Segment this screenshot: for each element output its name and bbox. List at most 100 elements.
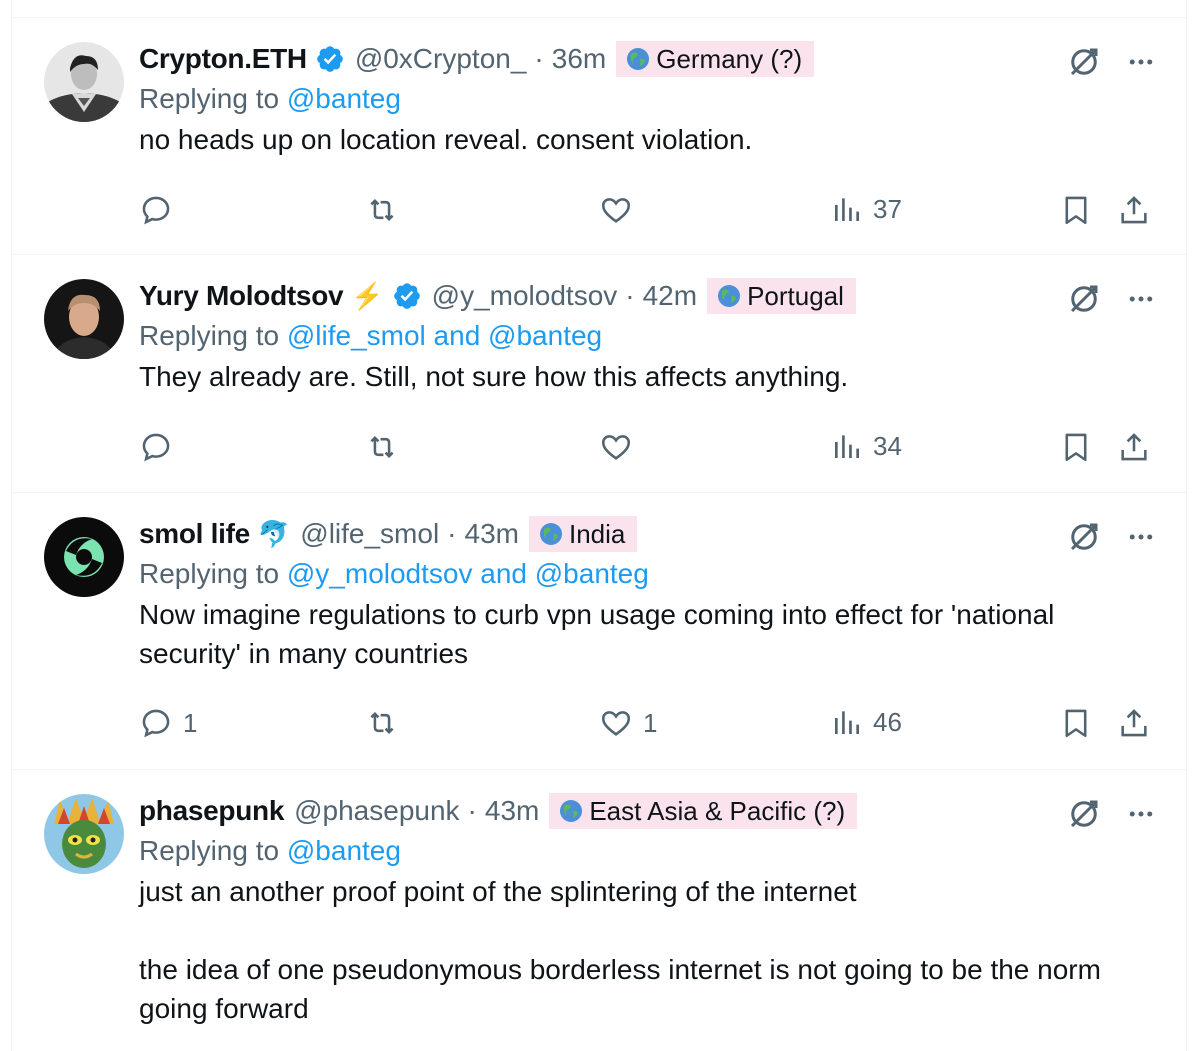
mention-link[interactable]: @banteg: [287, 83, 401, 114]
like-button[interactable]: 1: [599, 706, 657, 740]
location-text: East Asia & Pacific (?): [589, 795, 846, 826]
tweet-content: Crypton.ETH @0xCrypton_ · 36m Germany (?…: [139, 40, 1146, 159]
views-chart-icon: [835, 711, 859, 734]
share-icon: [1121, 433, 1147, 461]
reply-count: 1: [183, 707, 198, 738]
bookmark-button[interactable]: [1059, 193, 1093, 227]
swirl-logo-avatar[interactable]: [44, 517, 124, 597]
tweet-text: Now imagine regulations to curb vpn usag…: [139, 599, 1063, 669]
share-icon: [1121, 709, 1147, 737]
share-button[interactable]: [1117, 706, 1151, 740]
share-button[interactable]: [1117, 193, 1151, 227]
mention-link[interactable]: @y_molodtsov and @banteg: [287, 558, 649, 589]
reply-button[interactable]: [139, 193, 183, 227]
retweet-button[interactable]: [364, 193, 410, 227]
location-badge: Germany (?): [616, 41, 815, 77]
heart-icon: [601, 435, 631, 460]
reply-button[interactable]: [139, 430, 183, 464]
bookmark-icon: [1065, 433, 1087, 462]
location-text: India: [568, 518, 626, 549]
user-handle[interactable]: @0xCrypton_: [355, 43, 527, 75]
display-name[interactable]: smol life: [139, 518, 250, 550]
tweet-content: phasepunk @phasepunk · 43m East Asia & P…: [139, 792, 1146, 1028]
replying-to: Replying to @y_molodtsov and @banteg: [139, 553, 1146, 595]
reply-tweet[interactable]: Crypton.ETH @0xCrypton_ · 36m Germany (?…: [12, 18, 1186, 255]
replying-to: Replying to @banteg: [139, 78, 1146, 120]
share-button[interactable]: [1117, 430, 1151, 464]
reply-button[interactable]: 1: [139, 706, 197, 740]
mention-link[interactable]: @life_smol and @banteg: [287, 320, 602, 351]
tweet-text: no heads up on location reveal. consent …: [139, 124, 753, 155]
tweet-header: phasepunk @phasepunk · 43m East Asia & P…: [139, 792, 1146, 830]
tweet-text: just an another proof point of the splin…: [139, 876, 1101, 1024]
more-options-icon[interactable]: [1126, 799, 1156, 829]
action-bar: 34: [139, 430, 1156, 470]
bookmark-button[interactable]: [1059, 430, 1093, 464]
name-emoji: ⚡: [351, 280, 384, 311]
views-button[interactable]: 34: [831, 430, 902, 462]
tweet-text: They already are. Still, not sure how th…: [139, 361, 849, 392]
timestamp[interactable]: 43m: [485, 795, 539, 827]
retweet-icon: [370, 198, 394, 222]
globe-icon: [539, 523, 562, 545]
retweet-icon: [370, 711, 394, 735]
bookmark-button[interactable]: [1059, 706, 1093, 740]
tweet-header: Yury Molodtsov ⚡ @y_molodtsov · 42m Port…: [139, 277, 1146, 315]
timestamp[interactable]: 36m: [552, 43, 606, 75]
views-button[interactable]: 46: [831, 706, 902, 738]
person-photo-avatar[interactable]: [44, 279, 124, 359]
user-handle[interactable]: @y_molodtsov: [432, 280, 618, 312]
reply-tweet[interactable]: smol life 🐬 @life_smol · 43m India Reply…: [12, 493, 1186, 770]
superhero-avatar[interactable]: [44, 42, 124, 122]
more-options-icon[interactable]: [1126, 522, 1156, 552]
replying-to-label: Replying to: [139, 320, 287, 351]
views-count: 34: [873, 430, 902, 461]
replying-to: Replying to @life_smol and @banteg: [139, 315, 1146, 357]
mention-link[interactable]: @banteg: [287, 835, 401, 866]
location-badge: Portugal: [707, 278, 856, 314]
reply-tweet[interactable]: Yury Molodtsov ⚡ @y_molodtsov · 42m Port…: [12, 255, 1186, 493]
like-button[interactable]: [599, 430, 643, 464]
display-name[interactable]: phasepunk: [139, 795, 284, 827]
grok-icon[interactable]: [1066, 796, 1102, 832]
display-name[interactable]: Crypton.ETH: [139, 43, 307, 75]
tribal-mask-avatar[interactable]: [44, 794, 124, 874]
like-button[interactable]: [599, 193, 643, 227]
tweet-header: Crypton.ETH @0xCrypton_ · 36m Germany (?…: [139, 40, 1146, 78]
replying-to-label: Replying to: [139, 83, 287, 114]
views-chart-icon: [835, 198, 859, 221]
separator-dot: ·: [447, 518, 457, 549]
reply-tweet[interactable]: phasepunk @phasepunk · 43m East Asia & P…: [12, 770, 1186, 1051]
replying-to-label: Replying to: [139, 835, 287, 866]
tweet-top-actions: [1066, 519, 1156, 555]
views-chart-icon: [835, 435, 859, 458]
timestamp[interactable]: 43m: [465, 518, 519, 550]
action-bar: 37: [139, 193, 1156, 233]
grok-icon[interactable]: [1066, 519, 1102, 555]
grok-icon[interactable]: [1066, 44, 1102, 80]
location-text: Germany (?): [656, 43, 803, 74]
retweet-button[interactable]: [364, 430, 410, 464]
reply-icon: [142, 196, 170, 225]
user-handle[interactable]: @life_smol: [300, 518, 439, 550]
user-handle[interactable]: @phasepunk: [294, 795, 459, 827]
views-button[interactable]: 37: [831, 193, 902, 225]
globe-icon: [560, 800, 583, 822]
display-name[interactable]: Yury Molodtsov: [139, 280, 344, 312]
like-count: 1: [643, 707, 658, 738]
tweet-top-actions: [1066, 796, 1156, 832]
tweet-content: smol life 🐬 @life_smol · 43m India Reply…: [139, 515, 1146, 673]
action-bar: 1 1 46: [139, 706, 1156, 746]
name-emoji: 🐬: [257, 518, 291, 549]
share-icon: [1121, 196, 1147, 224]
grok-icon[interactable]: [1066, 281, 1102, 317]
location-badge: East Asia & Pacific (?): [549, 793, 858, 829]
more-options-icon[interactable]: [1126, 47, 1156, 77]
more-options-icon[interactable]: [1126, 284, 1156, 314]
verified-badge-icon: [317, 46, 343, 72]
location-badge: India: [528, 516, 638, 552]
timestamp[interactable]: 42m: [643, 280, 697, 312]
retweet-button[interactable]: [364, 706, 410, 740]
tweet-top-actions: [1066, 281, 1156, 317]
tweet-content: Yury Molodtsov ⚡ @y_molodtsov · 42m Port…: [139, 277, 1146, 396]
